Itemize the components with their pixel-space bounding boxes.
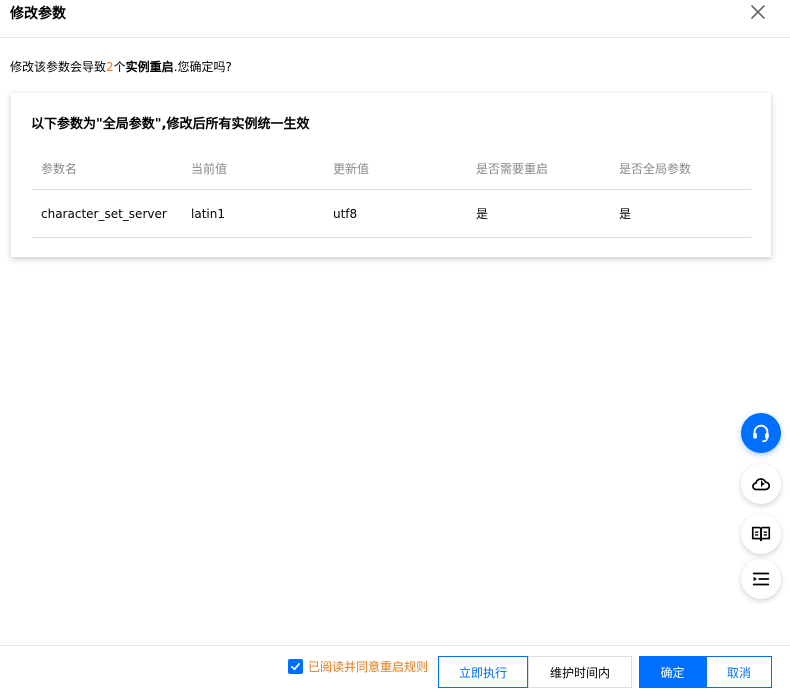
- outline-list-icon: [752, 572, 770, 586]
- new-value-cell: utf8: [333, 206, 358, 221]
- documentation-button[interactable]: [741, 514, 781, 554]
- card-title: 以下参数为"全局参数",修改后所有实例统一生效: [31, 117, 310, 132]
- restart-warning: 修改该参数会导致2个实例重启.您确定吗?: [10, 58, 232, 75]
- column-header-needs-restart: 是否需要重启: [476, 162, 549, 176]
- warning-prefix: 修改该参数会导致: [10, 60, 107, 74]
- check-icon: [291, 662, 300, 671]
- needs-restart-cell: 是: [476, 207, 489, 221]
- column-header-param-name: 参数名: [41, 162, 78, 176]
- page-outline-button[interactable]: [741, 559, 781, 599]
- cloud-assistant-button[interactable]: [741, 464, 781, 504]
- warning-restart-text: 实例重启: [125, 60, 174, 74]
- maintenance-window-button[interactable]: 维护时间内: [528, 656, 632, 688]
- warning-suffix: .您确定吗?: [173, 60, 232, 74]
- column-header-current-value: 当前值: [191, 162, 228, 176]
- execute-now-button[interactable]: 立即执行: [438, 656, 528, 688]
- book-icon: [751, 526, 771, 542]
- parameter-table: 参数名 当前值 更新值 是否需要重启 是否全局参数 character_set_…: [32, 148, 751, 238]
- cancel-button[interactable]: 取消: [706, 656, 772, 688]
- is-global-cell: 是: [619, 207, 632, 221]
- param-name-cell: character_set_server: [41, 206, 167, 221]
- dialog-header: 修改参数: [0, 0, 790, 38]
- table-row: character_set_server latin1 utf8 是 是: [32, 190, 751, 238]
- dialog-footer: 已阅读并同意重启规则 立即执行 维护时间内 确定 取消: [0, 645, 790, 689]
- close-icon: [751, 5, 765, 19]
- agree-restart-rules[interactable]: 已阅读并同意重启规则: [288, 658, 428, 675]
- table-header: 参数名 当前值 更新值 是否需要重启 是否全局参数: [32, 148, 751, 190]
- dialog-title: 修改参数: [10, 6, 66, 22]
- modify-parameter-dialog: 修改参数 修改该参数会导致2个实例重启.您确定吗? 以下参数为"全局参数",修改…: [0, 0, 790, 689]
- cloud-icon: [752, 478, 771, 491]
- agree-label[interactable]: 已阅读并同意重启规则: [308, 658, 428, 675]
- warning-middle: 个: [113, 60, 126, 74]
- agree-checkbox[interactable]: [288, 659, 303, 674]
- global-parameter-card: 以下参数为"全局参数",修改后所有实例统一生效 参数名 当前值 更新值 是否需要…: [11, 93, 771, 257]
- confirm-button[interactable]: 确定: [639, 656, 706, 688]
- column-header-is-global: 是否全局参数: [619, 162, 692, 176]
- column-header-new-value: 更新值: [333, 162, 370, 176]
- warning-instance-count: 2: [106, 60, 114, 74]
- close-button[interactable]: [748, 2, 768, 22]
- current-value-cell: latin1: [191, 206, 225, 221]
- online-support-button[interactable]: [741, 413, 781, 453]
- headset-icon: [753, 424, 769, 443]
